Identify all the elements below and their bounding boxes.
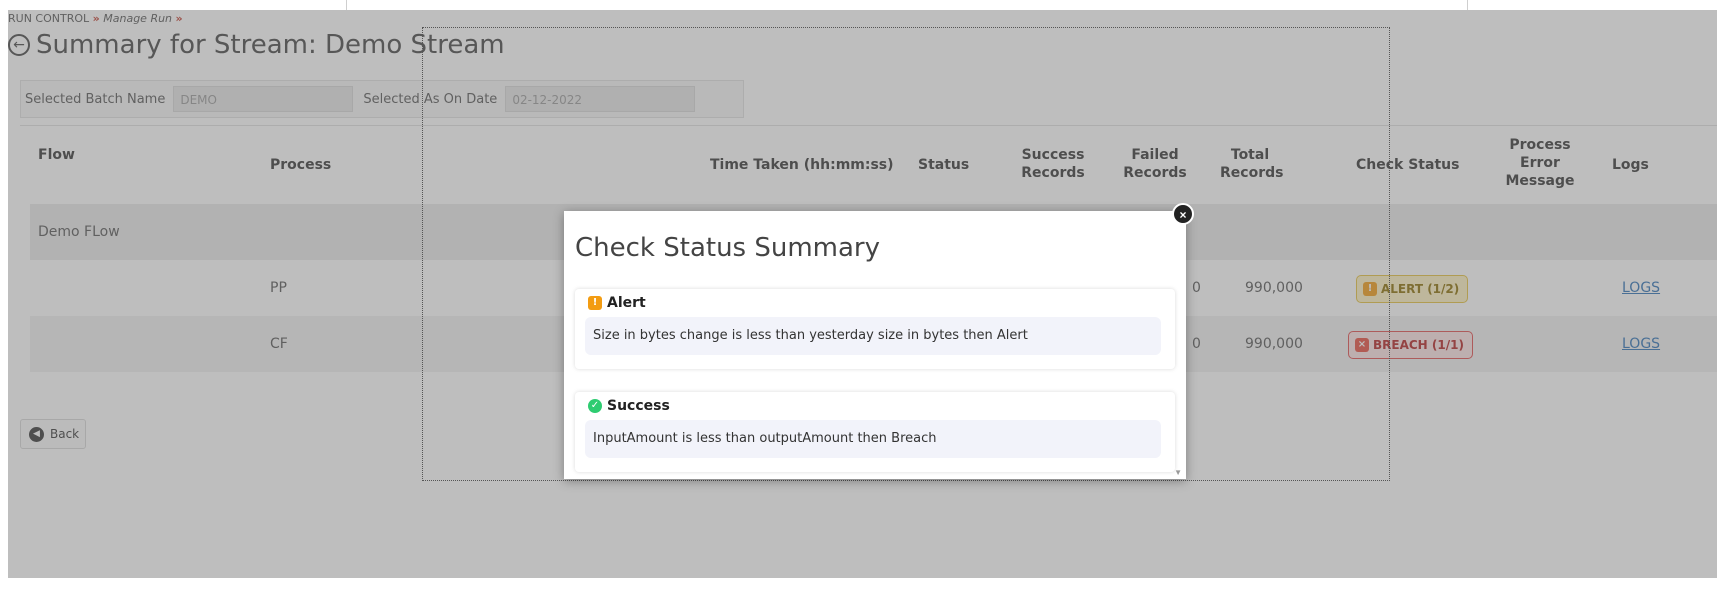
success-card-heading-text: Success <box>607 398 670 414</box>
close-icon[interactable]: × <box>1172 203 1194 225</box>
modal-title: Check Status Summary <box>575 233 881 263</box>
scroll-down-arrow-icon[interactable]: ▼ <box>1174 468 1182 477</box>
success-card: ✓ Success InputAmount is less than outpu… <box>575 392 1175 472</box>
top-panel-strip <box>346 0 1468 10</box>
check-status-summary-modal: Check Status Summary ! Alert Size in byt… <box>564 211 1186 479</box>
success-card-rule-text: InputAmount is less than outputAmount th… <box>585 420 1161 458</box>
alert-card-rule-text: Size in bytes change is less than yester… <box>585 317 1161 355</box>
warning-icon: ! <box>588 296 602 310</box>
alert-card: ! Alert Size in bytes change is less tha… <box>575 289 1175 369</box>
success-card-heading: ✓ Success <box>588 398 670 414</box>
alert-card-heading-text: Alert <box>607 295 646 311</box>
check-circle-icon: ✓ <box>588 399 602 413</box>
alert-card-heading: ! Alert <box>588 295 646 311</box>
